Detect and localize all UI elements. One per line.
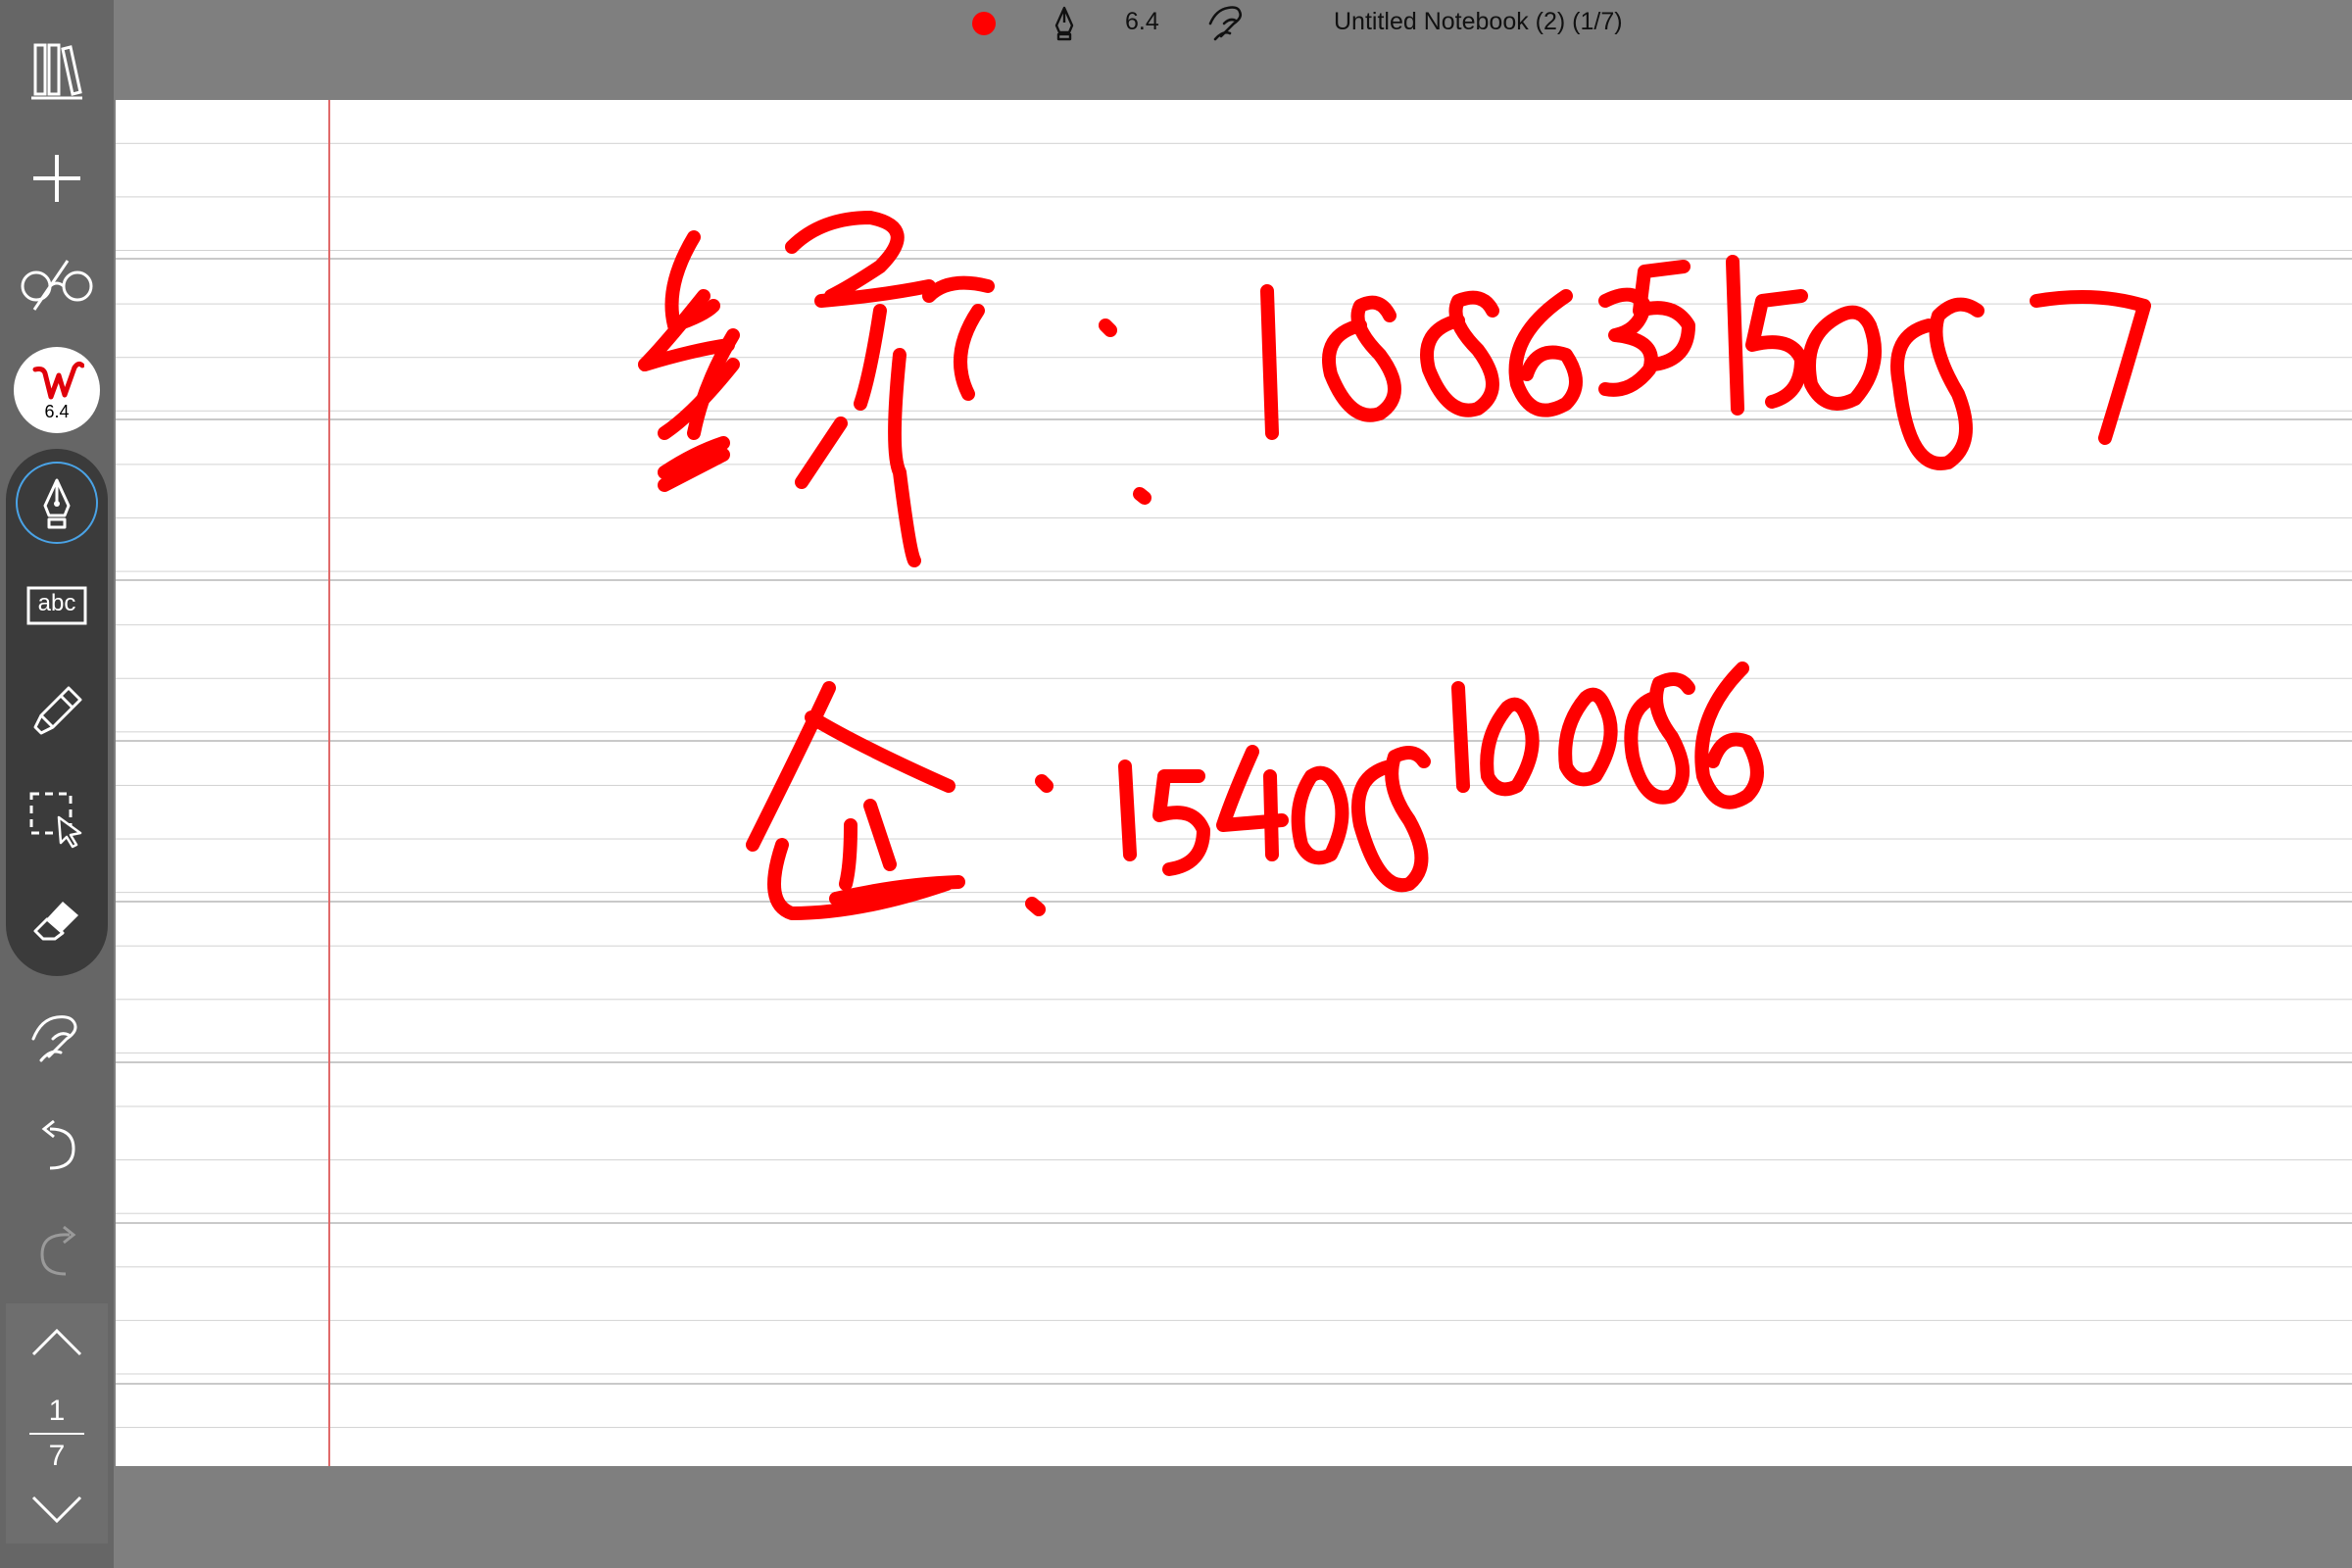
text-tool-button[interactable]: abc [0,557,114,655]
page-indicator: 1 7 [6,1392,108,1476]
left-toolbar: 6.4 abc 1 7 [0,0,114,1568]
eraser-icon [33,902,78,941]
undo-button[interactable] [0,1096,114,1194]
read-mode-button[interactable] [0,235,114,333]
page-navigator: 1 7 [6,1303,108,1544]
current-page-number: 1 [48,1395,66,1427]
handwriting-line-1 [638,211,2151,567]
add-page-button[interactable] [0,129,114,227]
hand-write-icon[interactable] [1206,2,1248,41]
hand-write-icon [31,1015,77,1062]
chevron-down-icon [31,1495,82,1524]
ink-settings-button[interactable]: 6.4 [0,341,114,439]
fraction-bar [29,1433,84,1435]
handwriting-line-2 [746,662,1764,920]
highlighter-icon [33,686,82,735]
bottom-bar [114,1466,2352,1568]
touch-write-button[interactable] [0,988,114,1086]
pen-tool-button[interactable] [0,449,114,557]
lasso-tool-button[interactable] [0,770,114,868]
library-icon [31,43,82,100]
selected-tool-ring [16,462,98,544]
add-page-icon [33,155,80,202]
read-mode-icon [21,260,93,311]
notebook-page[interactable] [116,100,2352,1466]
library-button[interactable] [0,22,114,120]
undo-icon [41,1119,75,1170]
eraser-tool-button[interactable] [0,872,114,970]
redo-button[interactable] [0,1201,114,1299]
pen-size-label[interactable]: 6.4 [1125,8,1159,36]
pen-icon[interactable] [1050,6,1079,41]
ink-settings-icon [32,361,84,400]
drawing-tools-group: abc [6,449,108,976]
top-status-bar: 6.4 Untitled Notebook (2) (1/7) [114,0,2352,100]
ink-settings-badge: 6.4 [14,347,100,433]
chevron-up-icon [31,1328,82,1356]
ink-color-swatch[interactable] [972,12,996,35]
handwriting-ink-layer [638,211,2151,920]
pen-icon [43,478,71,529]
text-tool-label: abc [37,590,76,616]
redo-icon [40,1225,76,1276]
previous-page-button[interactable] [0,1303,114,1382]
ink-size-label: 6.4 [44,402,70,421]
next-page-button[interactable] [0,1470,114,1548]
highlighter-tool-button[interactable] [0,662,114,760]
notebook-title: Untitled Notebook (2) (1/7) [1334,8,1623,35]
lasso-select-icon [29,792,82,849]
